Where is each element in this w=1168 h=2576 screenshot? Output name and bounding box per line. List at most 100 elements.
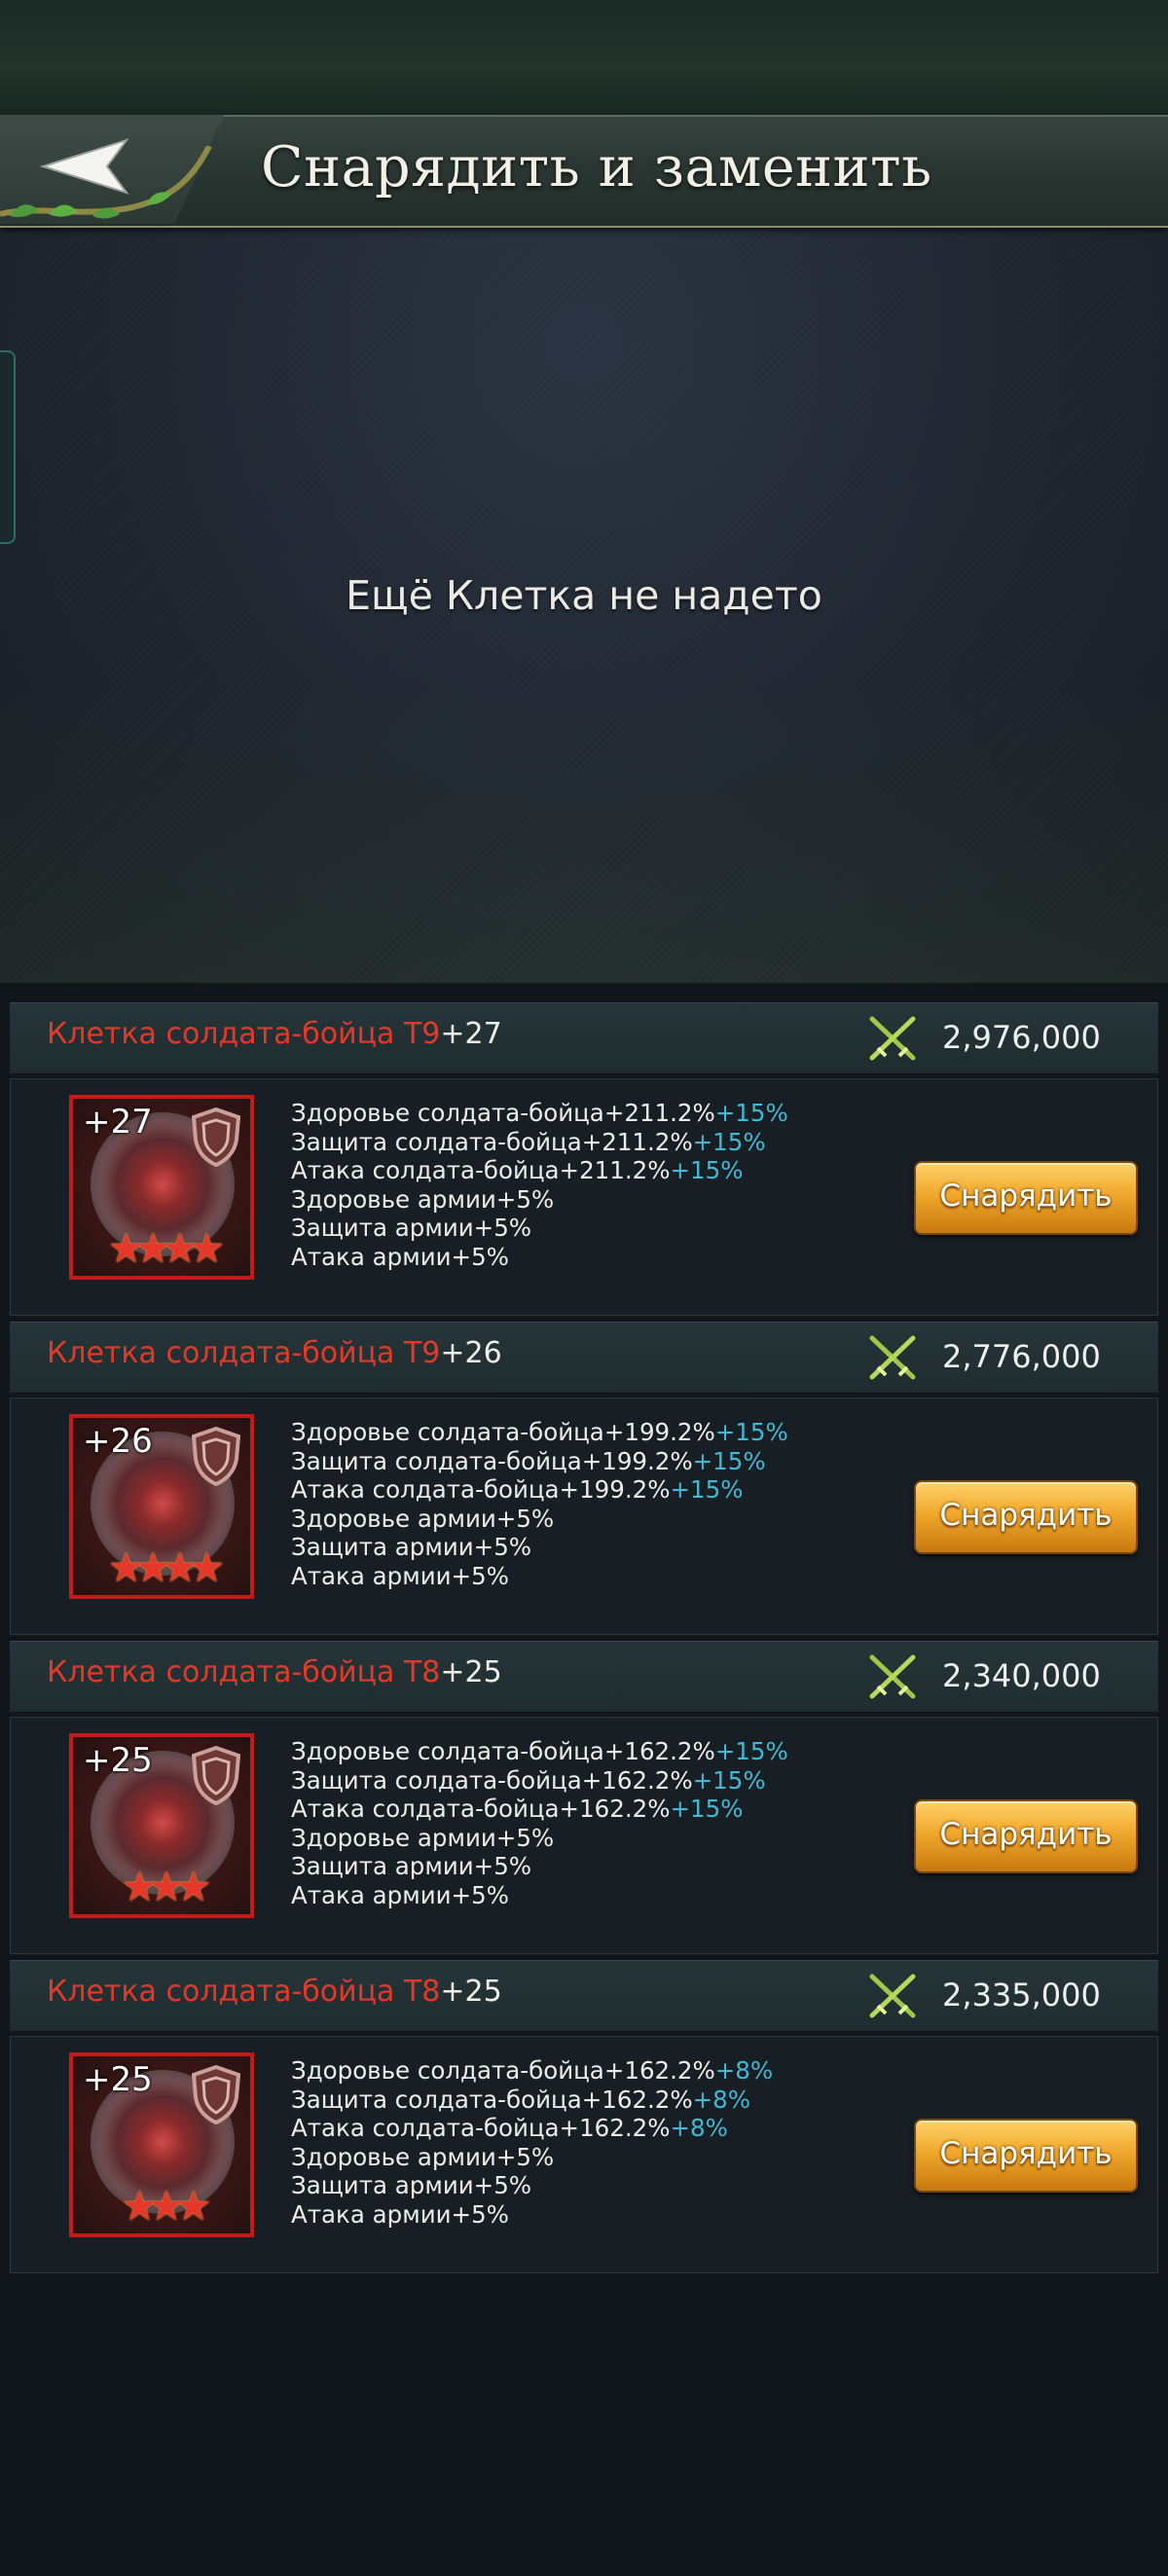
- stat-line: Здоровье армии+5%: [291, 1185, 788, 1215]
- stat-bonus: +15%: [692, 1765, 766, 1795]
- stat-bonus: +15%: [692, 1446, 766, 1475]
- stat-bonus: +15%: [692, 1127, 766, 1156]
- stat-line: Здоровье армии+5%: [291, 1824, 788, 1853]
- stat-bonus: +15%: [714, 1737, 788, 1765]
- stats-list: Здоровье солдата-бойца+162.2%+15% Защита …: [291, 1737, 788, 1909]
- item-name: Клетка солдата-бойца T8+25: [47, 1975, 502, 2009]
- stat-bonus: +8%: [692, 2085, 751, 2114]
- item-name: Клетка солдата-бойца T9+27: [47, 1017, 502, 1051]
- stat-text: Здоровье солдата-бойца+162.2%: [291, 1737, 715, 1765]
- item-card-header: Клетка солдата-бойца T8+25 2,335,000: [10, 1960, 1158, 2031]
- item-thumbnail[interactable]: +25 ★★★: [69, 1733, 254, 1918]
- shield-icon: [191, 2064, 241, 2124]
- top-decoration: [0, 0, 1168, 115]
- item-card-header: Клетка солдата-бойца T8+25 2,340,000: [10, 1641, 1158, 1712]
- item-level-text: +26: [440, 1336, 502, 1370]
- stat-text: Атака солдата-бойца+211.2%: [291, 1156, 671, 1184]
- stat-line: Здоровье армии+5%: [291, 2143, 773, 2172]
- equip-button[interactable]: Снарядить: [914, 1799, 1138, 1873]
- item-card-body: +26 ★★★★ Здоровье солдата-бойца+199.2%+1…: [10, 1397, 1158, 1635]
- stat-text: Атака солдата-бойца+162.2%: [291, 2114, 671, 2142]
- stat-line: Защита солдата-бойца+199.2%+15%: [291, 1447, 788, 1476]
- item-level-badge: +26: [83, 1422, 153, 1461]
- item-thumbnail[interactable]: +26 ★★★★: [69, 1414, 254, 1599]
- crossed-swords-icon: [869, 1974, 916, 2018]
- crossed-swords-icon: [869, 1016, 916, 1061]
- stat-line: Здоровье солдата-бойца+162.2%+8%: [291, 2056, 773, 2086]
- stat-text: Атака армии+5%: [291, 2199, 509, 2229]
- stat-bonus: +8%: [670, 2114, 728, 2142]
- star-rating: ★★★★: [107, 1224, 226, 1272]
- stat-line: Атака солдата-бойца+162.2%+8%: [291, 2114, 773, 2143]
- stat-line: Защита армии+5%: [291, 1214, 788, 1243]
- stat-bonus: +15%: [670, 1475, 744, 1504]
- empty-slot-message: Ещё Клетка не надето: [346, 572, 822, 619]
- item-name: Клетка солдата-бойца T9+26: [47, 1336, 502, 1370]
- stat-bonus: +15%: [670, 1156, 744, 1184]
- power-value: 2,340,000: [942, 1657, 1101, 1694]
- stat-bonus: +15%: [714, 1099, 788, 1127]
- stat-text: Защита солдата-бойца+162.2%: [291, 1765, 693, 1795]
- item-thumbnail[interactable]: +27 ★★★★: [69, 1095, 254, 1280]
- stats-list: Здоровье солдата-бойца+199.2%+15% Защита …: [291, 1418, 788, 1590]
- item-thumbnail[interactable]: +25 ★★★: [69, 2052, 254, 2237]
- crossed-swords-icon: [869, 1654, 916, 1699]
- stat-text: Защита солдата-бойца+199.2%: [291, 1446, 693, 1475]
- item-name-text: Клетка солдата-бойца T9: [47, 1336, 441, 1370]
- item-name-text: Клетка солдата-бойца T9: [47, 1017, 441, 1051]
- stat-line: Защита солдата-бойца+162.2%+8%: [291, 2086, 773, 2115]
- item-card-body: +27 ★★★★ Здоровье солдата-бойца+211.2%+1…: [10, 1078, 1158, 1316]
- item-card-body: +25 ★★★ Здоровье солдата-бойца+162.2%+15…: [10, 1717, 1158, 1954]
- stat-line: Защита армии+5%: [291, 1533, 788, 1562]
- stat-line: Атака армии+5%: [291, 1881, 788, 1910]
- stats-list: Здоровье солдата-бойца+211.2%+15% Защита …: [291, 1099, 788, 1271]
- stat-line: Атака армии+5%: [291, 1243, 788, 1272]
- stat-bonus: +15%: [714, 1418, 788, 1446]
- stat-text: Защита солдата-бойца+211.2%: [291, 1127, 693, 1156]
- stats-list: Здоровье солдата-бойца+162.2%+8% Защита с…: [291, 2056, 773, 2229]
- crossed-swords-icon: [869, 1335, 916, 1380]
- vine-decoration: [0, 146, 212, 219]
- stat-bonus: +15%: [670, 1795, 744, 1823]
- star-rating: ★★★: [121, 2182, 212, 2230]
- stat-text: Атака армии+5%: [291, 1561, 509, 1590]
- stat-line: Защита армии+5%: [291, 2171, 773, 2200]
- shield-icon: [191, 1107, 241, 1167]
- star-rating: ★★★: [121, 1863, 212, 1910]
- stat-text: Защита армии+5%: [291, 1533, 532, 1561]
- stat-line: Атака армии+5%: [291, 1562, 788, 1591]
- item-name-text: Клетка солдата-бойца T8: [47, 1975, 441, 2009]
- item-card-2: Клетка солдата-бойца T9+26 2,776,000 +26…: [10, 1322, 1158, 1635]
- item-card-4: Клетка солдата-бойца T8+25 2,335,000 +25…: [10, 1960, 1158, 2273]
- item-level-badge: +25: [83, 2060, 153, 2099]
- item-level-text: +25: [440, 1975, 502, 2009]
- stat-text: Атака армии+5%: [291, 1880, 509, 1909]
- item-card-header: Клетка солдата-бойца T9+27 2,976,000: [10, 1002, 1158, 1073]
- equip-button[interactable]: Снарядить: [914, 1480, 1138, 1554]
- item-level-badge: +25: [83, 1741, 153, 1780]
- stat-text: Здоровье армии+5%: [291, 1504, 555, 1533]
- shield-icon: [191, 1745, 241, 1805]
- stat-line: Атака солдата-бойца+162.2%+15%: [291, 1795, 788, 1824]
- stat-line: Защита солдата-бойца+211.2%+15%: [291, 1128, 788, 1157]
- stat-text: Защита солдата-бойца+162.2%: [291, 2085, 693, 2114]
- item-card-1: Клетка солдата-бойца T9+27 2,976,000 +27…: [10, 1002, 1158, 1316]
- item-name: Клетка солдата-бойца T8+25: [47, 1655, 502, 1689]
- equip-button[interactable]: Снарядить: [914, 1161, 1138, 1235]
- equip-button[interactable]: Снарядить: [914, 2119, 1138, 2193]
- page-title: Снарядить и заменить: [261, 135, 932, 200]
- stat-line: Защита солдата-бойца+162.2%+15%: [291, 1766, 788, 1796]
- item-name-text: Клетка солдата-бойца T8: [47, 1655, 441, 1689]
- stat-text: Здоровье солдата-бойца+162.2%: [291, 2056, 715, 2085]
- stat-text: Здоровье армии+5%: [291, 1184, 555, 1214]
- stat-line: Здоровье солдата-бойца+211.2%+15%: [291, 1099, 788, 1128]
- item-card-header: Клетка солдата-бойца T9+26 2,776,000: [10, 1322, 1158, 1393]
- stat-bonus: +8%: [714, 2056, 774, 2085]
- item-card-body: +25 ★★★ Здоровье солдата-бойца+162.2%+8%…: [10, 2036, 1158, 2273]
- stat-line: Атака армии+5%: [291, 2200, 773, 2230]
- stat-text: Атака солдата-бойца+199.2%: [291, 1475, 671, 1504]
- power-value: 2,976,000: [942, 1019, 1101, 1056]
- stat-text: Атака солдата-бойца+162.2%: [291, 1795, 671, 1823]
- stat-line: Атака солдата-бойца+211.2%+15%: [291, 1156, 788, 1185]
- stat-text: Атака армии+5%: [291, 1242, 509, 1271]
